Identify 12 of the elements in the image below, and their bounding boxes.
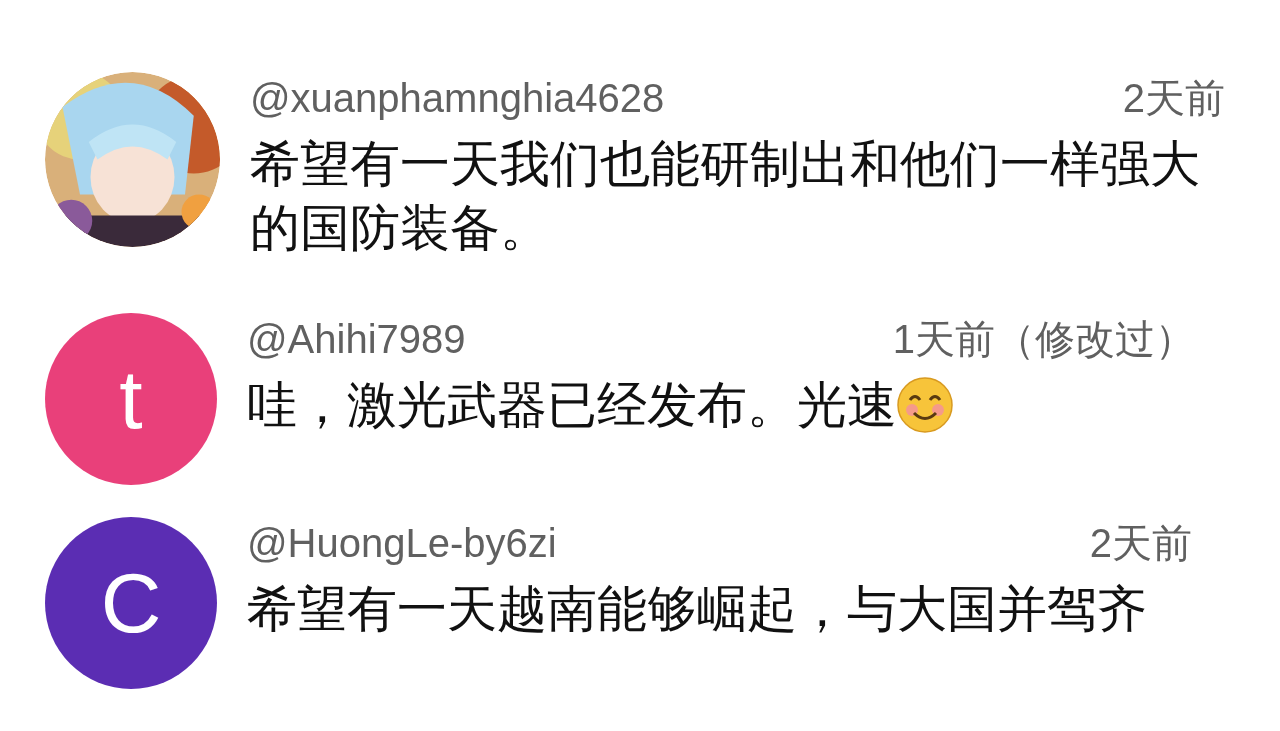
username[interactable]: @Ahihi7989 xyxy=(247,308,466,369)
comment-text: 希望有一天越南能够崛起，与大国并驾齐 xyxy=(247,579,1147,639)
timestamp: 2天前 xyxy=(1122,75,1225,122)
smiley-icon xyxy=(897,376,953,433)
username[interactable]: @xuanphamnghia4628 xyxy=(250,68,665,128)
avatar[interactable]: C xyxy=(45,516,217,689)
comment-text: 哇，激光武器已经发布。光速 xyxy=(247,375,897,435)
username[interactable]: @HuongLe-by6zi xyxy=(247,512,557,573)
avatar[interactable]: t xyxy=(45,312,217,485)
timestamp: 2天前 xyxy=(1089,519,1192,567)
timestamp: 1天前（修改过） xyxy=(892,315,1195,363)
comment-text: 希望有一天我们也能研制出和他们一样强大的国防装备。 xyxy=(250,135,1201,258)
